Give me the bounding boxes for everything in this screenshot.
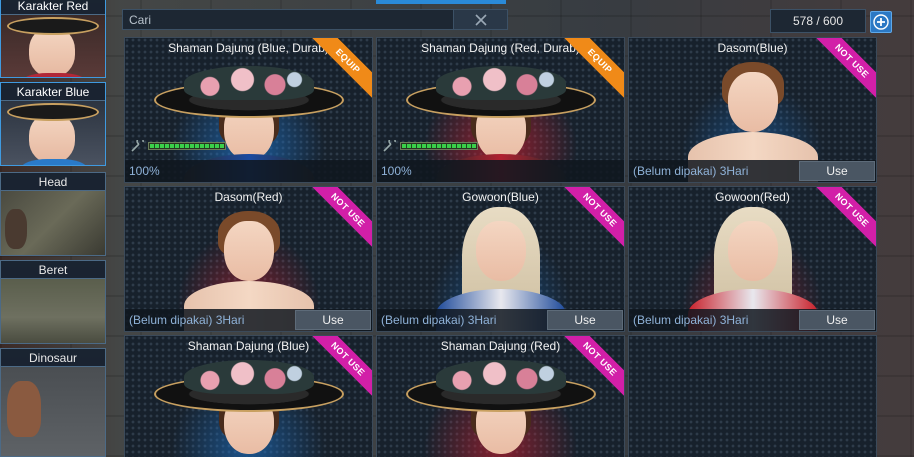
expand-inventory-button[interactable] [870, 11, 892, 33]
item-card[interactable]: Shaman Dajung (Red, Durab) EQUIP 100% [376, 37, 625, 183]
close-icon [474, 13, 487, 26]
use-button[interactable]: Use [547, 310, 623, 330]
sidebar-item-label: Head [1, 173, 105, 191]
item-card[interactable]: Gowoon(Red) NOT USE (Belum dipakai) 3Har… [628, 186, 877, 332]
character-portrait [144, 356, 354, 457]
usage-status: (Belum dipakai) 3Hari [381, 313, 497, 327]
item-card[interactable]: Shaman Dajung (Red) NOT USE [376, 335, 625, 457]
active-tab-indicator [376, 0, 506, 4]
item-card[interactable]: Dasom(Blue) NOT USE (Belum dipakai) 3Har… [628, 37, 877, 183]
wrench-icon [383, 140, 396, 152]
durability-percent: 100% [381, 164, 412, 178]
sidebar-item-head[interactable]: Head [0, 172, 106, 256]
item-card[interactable]: Gowoon(Blue) NOT USE (Belum dipakai) 3Ha… [376, 186, 625, 332]
sidebar-item-karakter-blue[interactable]: Karakter Blue [0, 82, 106, 166]
search-bar [122, 9, 508, 30]
dinosaur-thumbnail [1, 367, 105, 456]
item-footer: (Belum dipakai) 3Hari Use [629, 309, 876, 331]
use-button[interactable]: Use [295, 310, 371, 330]
head-thumbnail [1, 191, 105, 255]
sidebar-item-label: Dinosaur [1, 349, 105, 367]
category-sidebar: Karakter Red Karakter Blue Head Beret Di… [0, 0, 108, 457]
use-button[interactable]: Use [799, 161, 875, 181]
empty-slot-background [629, 336, 876, 457]
sidebar-item-label: Beret [1, 261, 105, 279]
karakter-red-thumbnail [1, 15, 105, 77]
clear-search-button[interactable] [453, 10, 507, 29]
item-card[interactable]: Shaman Dajung (Blue) NOT USE [124, 335, 373, 457]
inventory-count: 578 / 600 [770, 9, 866, 33]
wrench-icon [131, 140, 144, 152]
durability-meter [131, 140, 226, 152]
item-footer: (Belum dipakai) 3Hari Use [377, 309, 624, 331]
usage-status: (Belum dipakai) 3Hari [129, 313, 245, 327]
search-input[interactable] [123, 10, 453, 29]
empty-slot [628, 335, 877, 457]
sidebar-item-label: Karakter Blue [1, 83, 105, 101]
item-footer: 100% [125, 160, 372, 182]
item-footer: (Belum dipakai) 3Hari Use [125, 309, 372, 331]
sidebar-item-label: Karakter Red [1, 0, 105, 15]
usage-status: (Belum dipakai) 3Hari [633, 313, 749, 327]
durability-meter [383, 140, 478, 152]
item-footer: (Belum dipakai) 3Hari Use [629, 160, 876, 182]
beret-thumbnail [1, 279, 105, 343]
sidebar-item-karakter-red[interactable]: Karakter Red [0, 0, 106, 78]
sidebar-item-beret[interactable]: Beret [0, 260, 106, 344]
item-grid: Shaman Dajung (Blue, Durab) EQUIP 100% S… [118, 34, 880, 457]
durability-percent: 100% [129, 164, 160, 178]
usage-status: (Belum dipakai) 3Hari [633, 164, 749, 178]
item-footer: 100% [377, 160, 624, 182]
plus-circle-icon [873, 14, 889, 30]
use-button[interactable]: Use [799, 310, 875, 330]
item-card[interactable]: Shaman Dajung (Blue, Durab) EQUIP 100% [124, 37, 373, 183]
character-portrait [396, 356, 606, 457]
sidebar-item-dinosaur[interactable]: Dinosaur [0, 348, 106, 457]
karakter-blue-thumbnail [1, 101, 105, 165]
item-card[interactable]: Dasom(Red) NOT USE (Belum dipakai) 3Hari… [124, 186, 373, 332]
